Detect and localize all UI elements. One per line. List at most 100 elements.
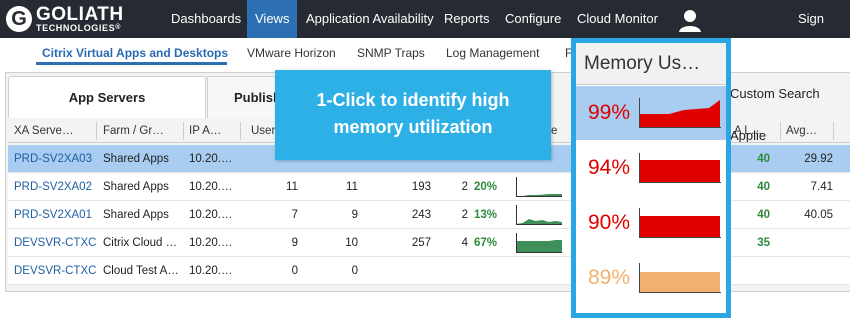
goliath-logo[interactable]: G GOLIATH TECHNOLOGIES® — [6, 5, 124, 33]
cell-al: 40 — [757, 153, 770, 165]
cell-users: 7 — [291, 209, 298, 221]
cell-avg: 7.41 — [810, 181, 833, 193]
cell-count: 193 — [411, 181, 431, 193]
memory-bar-fill — [640, 100, 720, 128]
memory-usage-row[interactable]: 89% — [576, 251, 726, 305]
cell-server[interactable]: DEVSVR-CTXC — [14, 257, 100, 285]
cell-percent: 67% — [474, 237, 498, 249]
cell-ip: 10.20.… — [189, 265, 233, 277]
memory-usage-row[interactable]: 94% — [576, 141, 726, 195]
cell-avg: 40.05 — [804, 209, 833, 221]
col-separator — [833, 122, 834, 140]
user-icon[interactable] — [678, 8, 702, 32]
memory-usage-value: 94% — [588, 156, 631, 179]
cell-server[interactable]: PRD-SV2XA01 — [14, 201, 100, 229]
cell-farm: Cloud Test A… — [103, 265, 179, 277]
logo-sub: TECHNOLOGIES® — [36, 24, 124, 33]
cell-users: 0 — [291, 265, 298, 277]
col-header-users[interactable]: User — [251, 120, 275, 142]
cell-al: 40 — [757, 181, 770, 193]
cell-percent: 13% — [474, 209, 498, 221]
cell-users: 9 — [291, 237, 298, 249]
logo-reg: ® — [115, 24, 121, 31]
memory-usage-bar — [639, 208, 721, 238]
active-subnav-underline — [36, 62, 227, 65]
subnav-snmp-traps[interactable]: SNMP Traps — [357, 46, 425, 60]
memory-usage-value: 89% — [588, 266, 631, 289]
callout-line-1: 1-Click to identify high — [316, 90, 510, 110]
cell-small: 2 — [461, 209, 468, 221]
cell-avg: 29.92 — [804, 153, 833, 165]
cell-farm: Shared Apps — [103, 181, 169, 193]
cell-farm: Citrix Cloud … — [103, 237, 178, 249]
cell-count: 257 — [411, 237, 431, 249]
cell-server[interactable]: DEVSVR-CTXC — [14, 229, 100, 257]
cell-al — [738, 257, 770, 285]
cell-server[interactable]: PRD-SV2XA02 — [14, 173, 100, 201]
cell-percent — [474, 257, 504, 285]
cell-server[interactable]: PRD-SV2XA03 — [14, 145, 100, 173]
memory-usage-row[interactable]: 90% — [576, 196, 726, 250]
cell-percent: 20% — [474, 181, 498, 193]
nav-application-availability[interactable]: Application Availability — [298, 0, 442, 38]
col-header-xa-server[interactable]: XA Serve… — [14, 120, 94, 142]
col-header-farm[interactable]: Farm / Gr… — [103, 120, 183, 142]
memory-bar-fill — [640, 216, 720, 238]
memory-usage-bar — [639, 153, 721, 183]
tab-app-servers[interactable]: App Servers — [8, 76, 206, 118]
memory-usage-column: Memory Us… 99% 94% 90% 89% — [571, 38, 731, 318]
col-separator — [780, 122, 781, 140]
cell-al: 35 — [757, 237, 770, 249]
col-header-partial[interactable]: e — [551, 120, 571, 142]
cell-sessions: 9 — [351, 209, 358, 221]
cell-small: 4 — [461, 237, 468, 249]
col-separator — [183, 122, 184, 140]
cell-count — [383, 257, 431, 285]
nav-configure[interactable]: Configure — [497, 0, 569, 38]
col-header-avg[interactable]: Avg… — [786, 120, 826, 142]
memory-bar-fill — [640, 160, 720, 183]
cell-ip: 10.20.… — [189, 153, 233, 165]
cell-farm: Shared Apps — [103, 209, 169, 221]
logo-sub-text: TECHNOLOGIES — [36, 23, 116, 33]
memory-bar-fill — [640, 272, 720, 293]
nav-cloud-monitor[interactable]: Cloud Monitor — [569, 0, 666, 38]
col-header-al[interactable]: A L… — [734, 120, 764, 142]
nav-dashboards[interactable]: Dashboards — [163, 0, 249, 38]
subnav-citrix[interactable]: Citrix Virtual Apps and Desktops — [42, 46, 228, 60]
cell-count: 243 — [411, 209, 431, 221]
cell-sessions: 10 — [345, 237, 358, 249]
cell-avg — [788, 257, 833, 285]
memory-usage-header[interactable]: Memory Us… — [576, 43, 726, 85]
cpu-sparkline — [516, 205, 562, 225]
cell-ip: 10.20.… — [189, 181, 233, 193]
top-nav: G GOLIATH TECHNOLOGIES® Dashboards Views… — [0, 0, 850, 64]
cell-small: 2 — [461, 181, 468, 193]
logo-name: GOLIATH — [36, 4, 124, 25]
col-separator — [96, 122, 97, 140]
subnav-log-management[interactable]: Log Management — [446, 46, 539, 60]
cell-sessions: 0 — [351, 265, 358, 277]
callout-box: 1-Click to identify high memory utilizat… — [275, 70, 551, 160]
memory-usage-value: 99% — [588, 101, 631, 124]
app-root: G GOLIATH TECHNOLOGIES® Dashboards Views… — [0, 0, 850, 324]
sparkline-axis — [516, 177, 562, 197]
sparkline-area — [516, 240, 562, 253]
subnav-vmware-horizon[interactable]: VMware Horizon — [247, 46, 336, 60]
col-header-ip[interactable]: IP A… — [189, 120, 239, 142]
memory-usage-value: 90% — [588, 211, 631, 234]
memory-usage-bar — [639, 263, 721, 293]
memory-usage-row[interactable]: 99% — [576, 86, 726, 140]
cell-ip: 10.20.… — [189, 237, 233, 249]
cpu-sparkline — [516, 233, 562, 253]
nav-views[interactable]: Views — [247, 0, 298, 38]
nav-reports[interactable]: Reports — [436, 0, 498, 38]
col-separator — [240, 122, 241, 140]
memory-usage-bar — [639, 98, 721, 128]
tab-custom-search[interactable]: Custom Search Applie — [726, 73, 850, 143]
callout-line-2: memory utilization — [333, 117, 493, 137]
logo-mark-icon: G — [6, 6, 32, 32]
cell-avg — [788, 229, 833, 257]
sign-out-link[interactable]: Sign Out — [790, 0, 850, 64]
cell-small — [448, 257, 468, 285]
